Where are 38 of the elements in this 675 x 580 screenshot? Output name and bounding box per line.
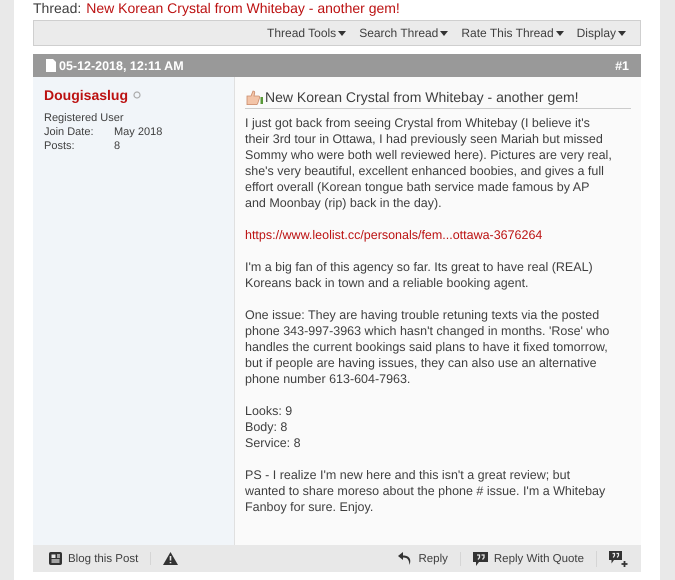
post-paragraph: PS - I realize I'm new here and this isn't a great review; but wanted to share moreso about the phone # issue. I'm a Whitebay Fanboy for sure. Enjoy. bbox=[245, 467, 606, 515]
newspaper-icon bbox=[49, 552, 62, 565]
quote-plus-icon bbox=[609, 550, 628, 566]
toolbar-menu[interactable]: Display bbox=[576, 26, 626, 40]
toolbar-menu[interactable]: Rate This Thread bbox=[461, 26, 564, 40]
post-title: New Korean Crystal from Whitebay - another gem! bbox=[265, 89, 579, 105]
username-link[interactable]: Dougisaslug bbox=[44, 87, 128, 103]
rating-line: Looks: 9 bbox=[245, 403, 294, 419]
reply-arrow-icon bbox=[398, 552, 412, 565]
document-icon bbox=[46, 59, 56, 72]
thumbs-up-icon bbox=[245, 90, 263, 104]
caret-icon bbox=[440, 30, 448, 36]
blog-post-button[interactable]: Blog this Post bbox=[49, 552, 150, 565]
reply-with-quote-button[interactable]: Reply With Quote bbox=[460, 552, 596, 566]
rating-line: Body: 8 bbox=[245, 419, 288, 435]
toolbar-menu[interactable]: Thread Tools bbox=[267, 26, 346, 40]
stat-value: May 2018 bbox=[114, 126, 162, 138]
post-paragraph: I just got back from seeing Crystal from Whitebay (I believe it's their 3rd tour in Ottawa, I had previously seen Mariah but missed Sommy who were both well reviewed here). Pictures are very real, she's very beautiful, excellent enhanced boobies, and gives a full effort overall (Korean tongue bath service made famous by AP and Moonbay (rip) back in the day). bbox=[245, 115, 613, 211]
caret-icon bbox=[618, 30, 626, 36]
reply-button[interactable]: Reply bbox=[398, 552, 460, 565]
caret-icon bbox=[556, 30, 564, 36]
stat-label: Posts: bbox=[44, 140, 76, 152]
report-button[interactable] bbox=[150, 552, 178, 565]
stat-label: Join Date: bbox=[44, 126, 95, 138]
warning-icon bbox=[163, 552, 178, 565]
quote-bubble-icon bbox=[472, 552, 488, 566]
user-title: Registered User bbox=[44, 112, 124, 124]
caret-icon bbox=[338, 30, 346, 36]
toolbar-menu[interactable]: Search Thread bbox=[359, 26, 448, 40]
multi-quote-button[interactable] bbox=[596, 550, 628, 566]
post-link[interactable]: https://www.leolist.cc/personals/fem...ottawa-3676264 bbox=[245, 228, 542, 242]
rating-line: Service: 8 bbox=[245, 435, 302, 451]
thread-label: Thread: bbox=[33, 0, 82, 16]
post-date: 05-12-2018, 12:11 AM bbox=[59, 58, 184, 72]
post-paragraph: I'm a big fan of this agency so far. Its great to have real (REAL) Koreans back in town and a reliable booking agent. bbox=[245, 259, 594, 291]
stat-value: 8 bbox=[114, 140, 120, 152]
post-paragraph: One issue: They are having trouble retuning texts via the posted phone 343-997-3963 which hasn't changed in months. 'Rose' who handles the current bookings said plans to have it fixed tomorrow, but if people are having issues, they can also use an alternative phone number 613-604-7963. bbox=[245, 307, 610, 387]
thread-title: New Korean Crystal from Whitebay - another gem! bbox=[86, 0, 400, 16]
